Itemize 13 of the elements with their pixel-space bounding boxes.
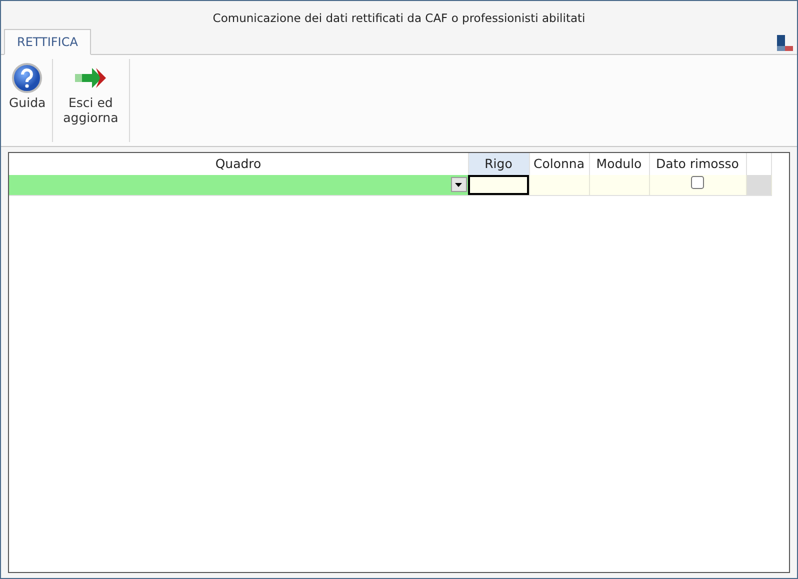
table-cell[interactable] [468, 175, 529, 196]
arrow-icon [74, 67, 108, 90]
checkbox[interactable] [691, 176, 704, 189]
window-title: Comunicazione dei dati rettificati da CAF o professionisti abilitati [212, 10, 586, 27]
dropdown-cell[interactable] [9, 175, 468, 196]
table-cell[interactable] [589, 175, 649, 196]
ribbon-button[interactable]: Guida [3, 59, 53, 142]
column-header[interactable]: Rigo [468, 153, 529, 176]
logo-icon [777, 35, 793, 52]
ribbon-tab[interactable]: RETTIFICA [4, 29, 91, 56]
ribbon-button[interactable]: Esci ed aggiorna [52, 59, 130, 142]
help-icon [11, 62, 44, 94]
table-cell[interactable] [529, 175, 589, 196]
